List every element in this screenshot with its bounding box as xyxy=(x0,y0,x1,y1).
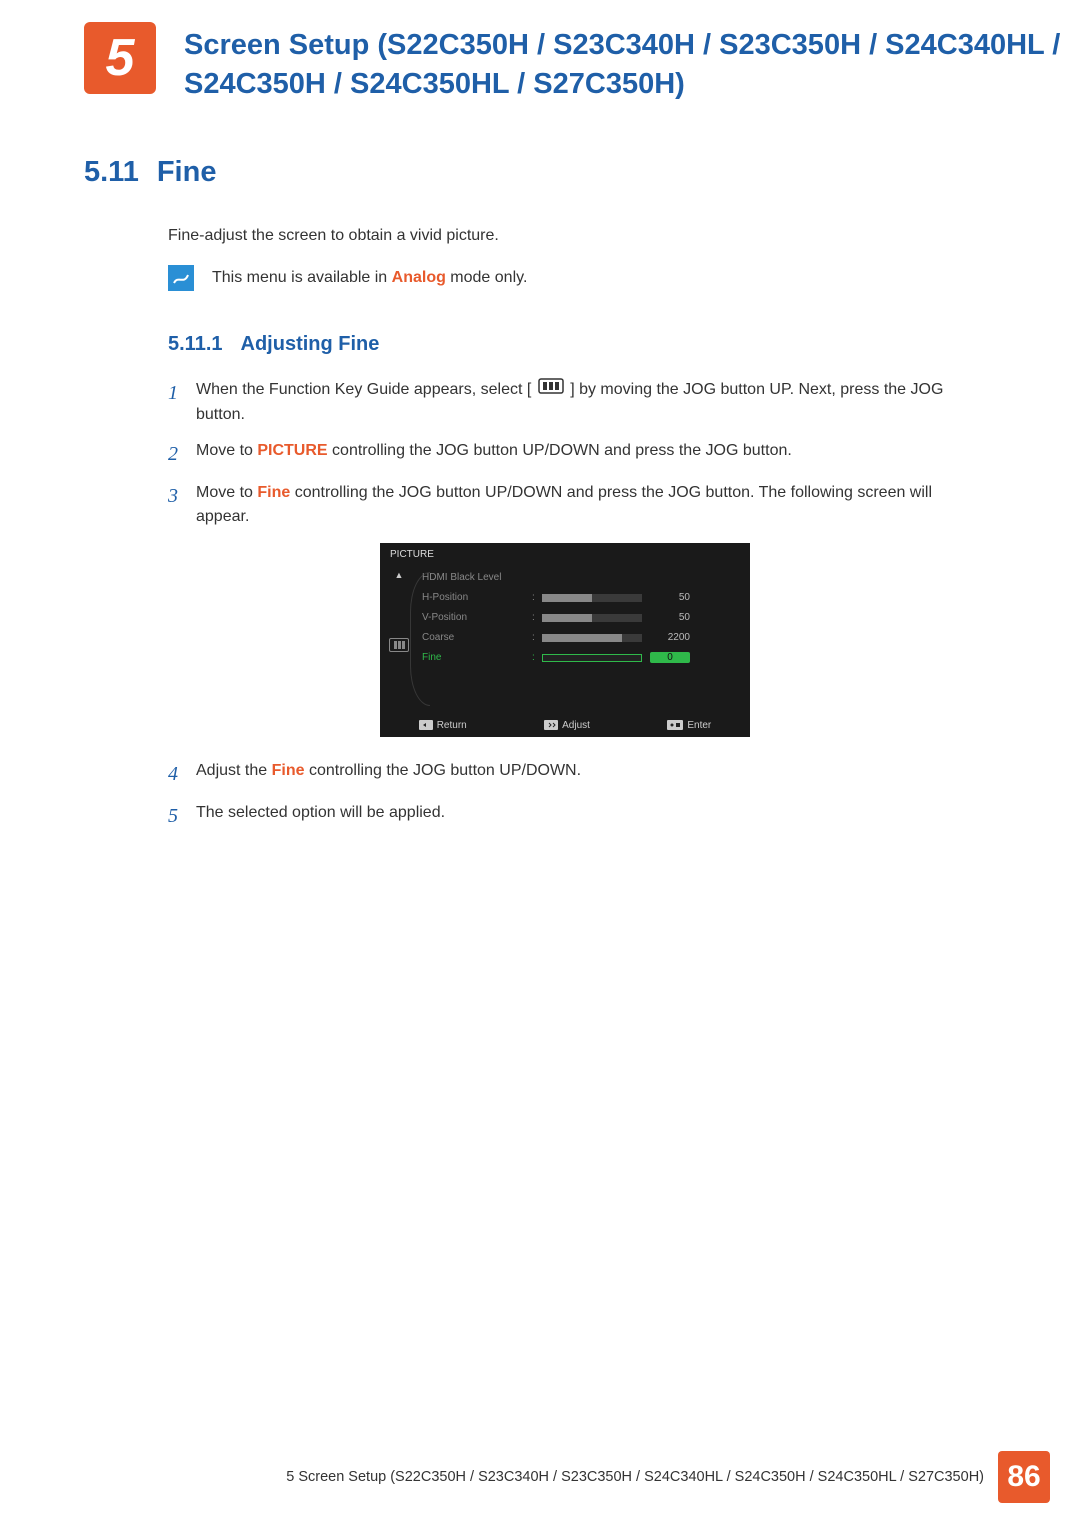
note-row: This menu is available in Analog mode on… xyxy=(168,265,1080,291)
osd-return: Return xyxy=(419,720,467,731)
chapter-header: 5 Screen Setup (S22C350H / S23C340H / S2… xyxy=(84,0,1080,104)
step-number: 4 xyxy=(168,759,196,789)
note-text: This menu is available in Analog mode on… xyxy=(212,269,527,287)
osd-footer: Return Adjust Enter xyxy=(380,714,750,737)
section-intro: Fine-adjust the screen to obtain a vivid… xyxy=(168,227,988,245)
step-number: 3 xyxy=(168,481,196,529)
section-title: Fine xyxy=(157,156,217,188)
osd-enter: Enter xyxy=(667,720,711,731)
chapter-title: Screen Setup (S22C350H / S23C340H / S23C… xyxy=(184,22,1080,104)
page-footer: 5 Screen Setup (S22C350H / S23C340H / S2… xyxy=(0,1451,1080,1503)
osd-colon: : xyxy=(532,592,542,603)
fine-keyword: Fine xyxy=(272,762,305,779)
steps-list-cont: 4 Adjust the Fine controlling the JOG bu… xyxy=(168,759,988,831)
steps-list: 1 When the Function Key Guide appears, s… xyxy=(168,378,988,528)
osd-colon: : xyxy=(532,612,542,623)
osd-value: 2200 xyxy=(650,632,690,643)
fine-keyword: Fine xyxy=(257,484,290,501)
step-number: 2 xyxy=(168,439,196,469)
osd-menu: PICTURE ▲ HDMI Black LevelH-Position:50V… xyxy=(380,543,750,737)
step-4: 4 Adjust the Fine controlling the JOG bu… xyxy=(168,759,988,789)
osd-bar xyxy=(542,614,642,622)
osd-value: 50 xyxy=(650,612,690,623)
step-2: 2 Move to PICTURE controlling the JOG bu… xyxy=(168,439,988,469)
subsection-title: Adjusting Fine xyxy=(241,333,380,355)
osd-row: Coarse: 2200 xyxy=(422,628,740,648)
osd-row: Fine: 0 xyxy=(422,648,740,668)
subsection-heading: 5.11.1 Adjusting Fine xyxy=(168,333,1080,356)
osd-value: 0 xyxy=(650,652,690,663)
osd-colon: : xyxy=(532,632,542,643)
step-number: 5 xyxy=(168,801,196,831)
picture-keyword: PICTURE xyxy=(257,442,327,459)
step-3: 3 Move to Fine controlling the JOG butto… xyxy=(168,481,988,529)
osd-row: V-Position: 50 xyxy=(422,608,740,628)
osd-bar xyxy=(542,594,642,602)
osd-row-label: V-Position xyxy=(422,612,532,623)
osd-colon: : xyxy=(532,652,542,663)
osd-row-label: H-Position xyxy=(422,592,532,603)
footer-text: 5 Screen Setup (S22C350H / S23C340H / S2… xyxy=(286,1469,984,1485)
step-number: 1 xyxy=(168,378,196,426)
osd-row-label: Fine xyxy=(422,652,532,663)
picture-icon xyxy=(389,638,409,652)
osd-row: HDMI Black Level xyxy=(422,568,740,588)
chapter-number-badge: 5 xyxy=(84,22,156,94)
section-heading: 5.11 Fine xyxy=(84,156,1080,189)
section-number: 5.11 xyxy=(84,156,139,188)
note-icon xyxy=(168,265,194,291)
step-5: 5 The selected option will be applied. xyxy=(168,801,988,831)
osd-row: H-Position: 50 xyxy=(422,588,740,608)
osd-bar xyxy=(542,654,642,662)
osd-title: PICTURE xyxy=(380,543,750,564)
osd-value: 50 xyxy=(650,592,690,603)
osd-row-label: Coarse xyxy=(422,632,532,643)
page-number: 86 xyxy=(998,1451,1050,1503)
osd-bar xyxy=(542,634,642,642)
subsection-number: 5.11.1 xyxy=(168,333,223,355)
menu-icon xyxy=(538,378,564,402)
osd-adjust: Adjust xyxy=(544,720,590,731)
osd-row-label: HDMI Black Level xyxy=(422,572,532,583)
step-1: 1 When the Function Key Guide appears, s… xyxy=(168,378,988,426)
note-highlight: Analog xyxy=(392,269,446,286)
osd-rows: HDMI Black LevelH-Position:50V-Position:… xyxy=(418,564,750,714)
osd-left-panel: ▲ xyxy=(380,564,418,714)
up-arrow-icon: ▲ xyxy=(395,570,404,580)
